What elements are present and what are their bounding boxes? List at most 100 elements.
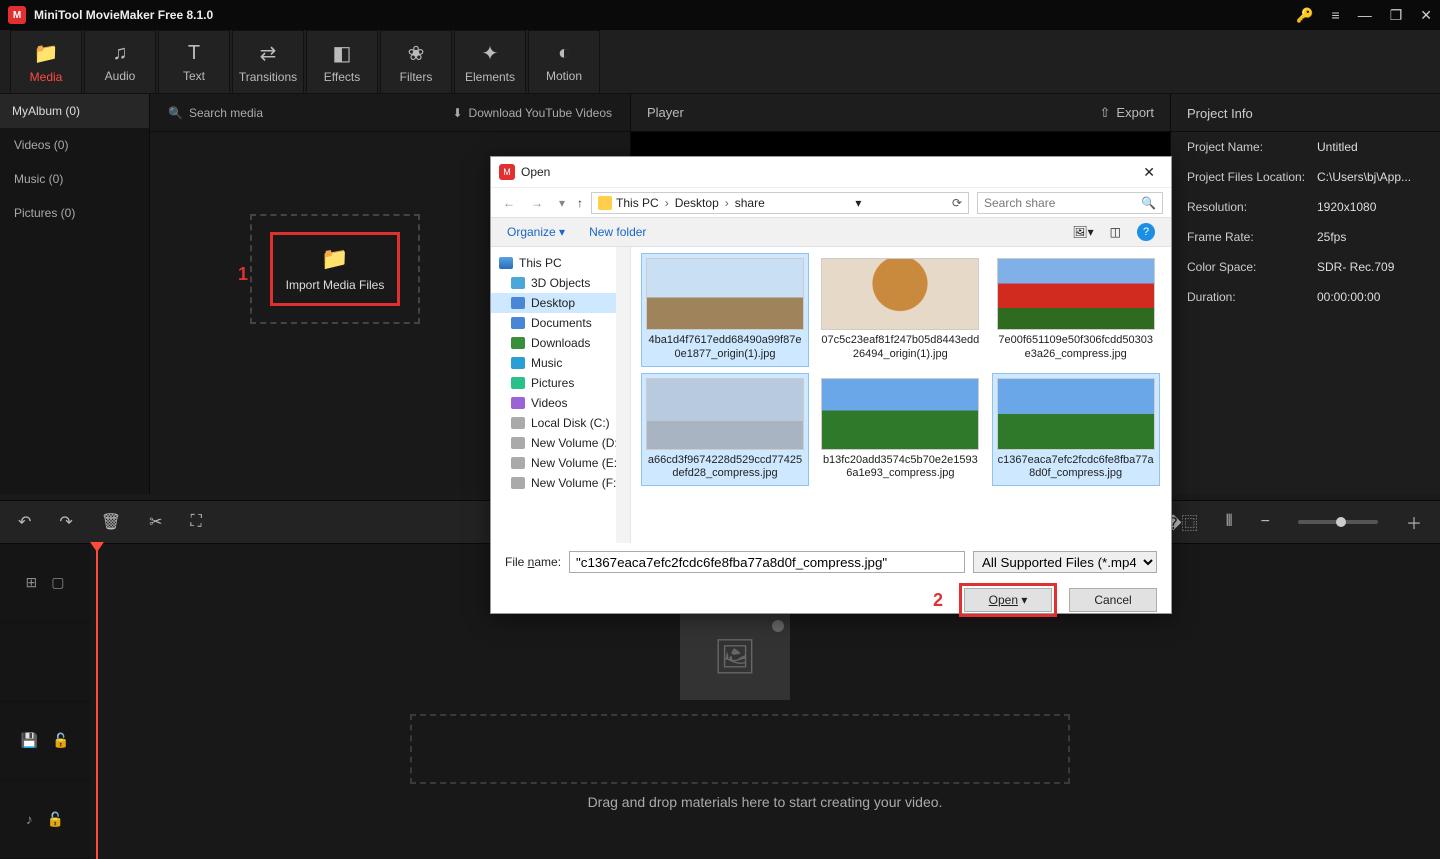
file-list[interactable]: 4ba1d4f7617edd68490a99f87e0e1877_origin(… [631, 247, 1171, 543]
tree-documents[interactable]: Documents [491, 313, 630, 333]
crumb[interactable]: share [735, 196, 765, 210]
cancel-button[interactable]: Cancel [1069, 588, 1157, 612]
annotation-1: 1 [238, 264, 248, 285]
file-item[interactable]: a66cd3f9674228d529ccd77425defd28_compres… [641, 373, 809, 487]
key-icon[interactable]: 🔑 [1296, 7, 1313, 24]
info-key: Project Name: [1187, 140, 1317, 154]
open-button[interactable]: Open ▾ [964, 588, 1052, 612]
tree-desktop[interactable]: Desktop [491, 293, 630, 313]
file-name: c1367eaca7efc2fcdc6fe8fba77a8d0f_compres… [997, 454, 1155, 482]
file-item[interactable]: c1367eaca7efc2fcdc6fe8fba77a8d0f_compres… [992, 373, 1160, 487]
file-open-dialog: M Open ✕ ← → ▾ ↑ This PC Desktop share ▾… [490, 156, 1172, 614]
album-item-music[interactable]: Music (0) [0, 162, 149, 196]
album-item-pictures[interactable]: Pictures (0) [0, 196, 149, 230]
album-item-videos[interactable]: Videos (0) [0, 128, 149, 162]
file-name: 7e00f651109e50f306fcdd50303e3a26_compres… [997, 334, 1155, 362]
import-dropzone[interactable]: 📁 Import Media Files [250, 214, 420, 324]
undo-button[interactable]: ↶ [18, 512, 31, 532]
search-input[interactable]: Search share 🔍 [977, 192, 1163, 214]
import-button[interactable]: 📁 Import Media Files [270, 232, 400, 306]
close-button[interactable]: ✕ [1420, 7, 1432, 24]
scrollbar[interactable] [616, 247, 630, 543]
export-button[interactable]: Export [1100, 105, 1154, 121]
tree-downloads[interactable]: Downloads [491, 333, 630, 353]
dialog-title: Open [521, 165, 550, 179]
filename-input[interactable] [569, 551, 965, 573]
tree-label: Pictures [531, 376, 574, 390]
zoom-slider[interactable] [1298, 520, 1378, 524]
timeline-dropzone[interactable] [410, 714, 1070, 784]
tab-effects[interactable]: ◧Effects [306, 30, 378, 93]
tree-3d-objects[interactable]: 3D Objects [491, 273, 630, 293]
file-item[interactable]: 7e00f651109e50f306fcdd50303e3a26_compres… [992, 253, 1160, 367]
tree-this-pc[interactable]: This PC [491, 253, 630, 273]
help-button[interactable]: ? [1137, 223, 1155, 241]
file-item[interactable]: b13fc20add3574c5b70e2e15936a1e93_compres… [816, 373, 984, 487]
file-thumb [821, 258, 979, 330]
tree-music[interactable]: Music [491, 353, 630, 373]
delete-button[interactable]: 🗑 [101, 512, 121, 532]
crumb[interactable]: Desktop [675, 196, 719, 210]
folder-tree[interactable]: This PC 3D Objects Desktop Documents Dow… [491, 247, 631, 543]
tab-label: Effects [324, 70, 360, 84]
zoom-out-button[interactable]: − [1261, 513, 1270, 531]
tree-volume-e[interactable]: New Volume (E:) [491, 453, 630, 473]
tab-audio[interactable]: ♫Audio [84, 30, 156, 93]
track-audio[interactable]: ♪🔓 [0, 780, 90, 859]
tree-volume-d[interactable]: New Volume (D:) [491, 433, 630, 453]
download-youtube-button[interactable]: Download YouTube Videos [452, 106, 612, 120]
new-folder-button[interactable]: New folder [589, 225, 646, 239]
tree-local-c[interactable]: Local Disk (C:) [491, 413, 630, 433]
playhead[interactable] [96, 544, 98, 859]
media-icon: 📁 [34, 41, 59, 66]
track-video[interactable] [0, 623, 90, 702]
markers-button[interactable]: ⦀ [1226, 513, 1233, 531]
file-item[interactable]: 07c5c23eaf81f247b05d8443edd26494_origin(… [816, 253, 984, 367]
music-icon: ♪ [26, 811, 33, 827]
tab-transitions[interactable]: ⇄Transitions [232, 30, 304, 93]
project-info-title: Project Info [1171, 94, 1440, 132]
view-button[interactable]: 🖼▾ [1072, 225, 1093, 239]
tab-text[interactable]: TText [158, 30, 230, 93]
folder-icon [511, 297, 525, 309]
organize-button[interactable]: Organize ▾ [507, 225, 565, 239]
redo-button[interactable]: ↷ [59, 512, 72, 532]
zoom-in-button[interactable]: ＋ [1406, 510, 1422, 534]
dialog-toolbar: Organize ▾ New folder 🖼▾ ◫ ? [491, 217, 1171, 247]
annotation-2: 2 [933, 590, 943, 611]
tree-videos[interactable]: Videos [491, 393, 630, 413]
maximize-button[interactable]: ❐ [1390, 7, 1403, 24]
breadcrumb[interactable]: This PC Desktop share ▾ ⟳ [591, 192, 969, 214]
preview-pane-button[interactable]: ◫ [1110, 225, 1121, 239]
layer-add-icon: ⊞ [26, 574, 38, 591]
tab-motion[interactable]: ◐Motion [528, 30, 600, 93]
tab-elements[interactable]: ✦Elements [454, 30, 526, 93]
file-item[interactable]: 4ba1d4f7617edd68490a99f87e0e1877_origin(… [641, 253, 809, 367]
nav-forward-button[interactable]: → [527, 196, 547, 210]
nav-up-button[interactable]: ↑ [577, 196, 583, 210]
tree-pictures[interactable]: Pictures [491, 373, 630, 393]
cut-button[interactable]: ✂ [149, 512, 162, 532]
tree-volume-f[interactable]: New Volume (F:) [491, 473, 630, 493]
minimize-button[interactable]: — [1358, 7, 1372, 23]
file-thumb [821, 378, 979, 450]
crumb[interactable]: This PC [616, 196, 659, 210]
filter-select[interactable]: All Supported Files (*.mp4;*.mc [973, 551, 1157, 573]
track-image[interactable]: 💾🔓 [0, 702, 90, 781]
tab-filters[interactable]: ❀Filters [380, 30, 452, 93]
crop-button[interactable]: ⛶ [191, 513, 202, 531]
nav-recent-button[interactable]: ▾ [555, 196, 569, 210]
tab-media[interactable]: 📁Media [10, 30, 82, 93]
search-input[interactable]: Search media [168, 106, 452, 120]
info-value: Untitled [1317, 140, 1424, 154]
tree-label: Downloads [531, 336, 590, 350]
tabs-row: 📁Media ♫Audio TText ⇄Transitions ◧Effect… [0, 30, 1440, 94]
menu-icon[interactable]: ≡ [1332, 7, 1340, 23]
dialog-close-button[interactable]: ✕ [1135, 164, 1163, 181]
path-dropdown-icon[interactable]: ▾ [855, 196, 861, 210]
player-title: Player [647, 105, 684, 120]
track-overlay[interactable]: ⊞▢ [0, 544, 90, 623]
refresh-button[interactable]: ⟳ [952, 196, 962, 210]
album-header[interactable]: MyAlbum (0) [0, 94, 149, 128]
nav-back-button[interactable]: ← [499, 196, 519, 210]
